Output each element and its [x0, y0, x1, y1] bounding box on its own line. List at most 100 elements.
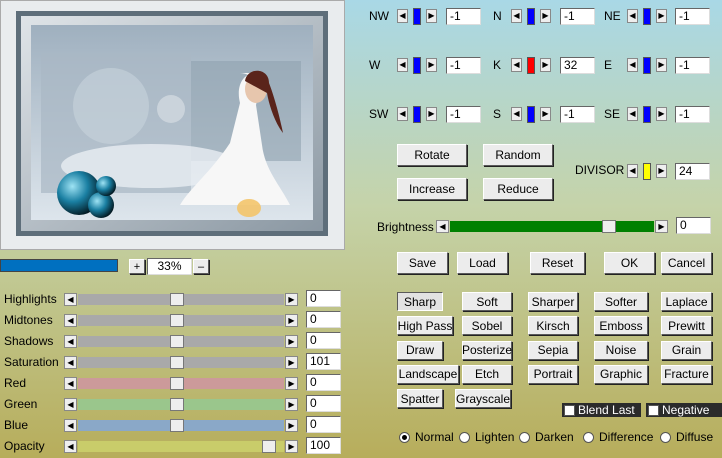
green-field[interactable]: 0: [306, 395, 341, 412]
arrow-left-icon[interactable]: ◀: [64, 398, 77, 411]
zoom-in-button[interactable]: +: [129, 259, 145, 274]
green-thumb[interactable]: [170, 398, 185, 411]
arrow-right-icon[interactable]: ▶: [656, 9, 667, 23]
shadows-slider[interactable]: ◀ ▶: [64, 335, 298, 348]
arrow-left-icon[interactable]: ◀: [627, 164, 638, 178]
mode-normal-radio[interactable]: [399, 432, 410, 443]
midtones-thumb[interactable]: [170, 314, 185, 327]
arrow-left-icon[interactable]: ◀: [511, 58, 522, 72]
nw-spinner[interactable]: ◀ ▶: [397, 8, 437, 25]
arrow-left-icon[interactable]: ◀: [511, 107, 522, 121]
se-thumb[interactable]: [643, 106, 651, 123]
arrow-right-icon[interactable]: ▶: [656, 107, 667, 121]
n-thumb[interactable]: [527, 8, 535, 25]
arrow-right-icon[interactable]: ▶: [655, 220, 668, 233]
preset-laplace-button[interactable]: Laplace: [661, 292, 712, 311]
preset-portrait-button[interactable]: Portrait: [528, 364, 578, 384]
preset-sharp-button[interactable]: Sharp: [397, 292, 443, 311]
highlights-thumb[interactable]: [170, 293, 185, 306]
s-thumb[interactable]: [527, 106, 535, 123]
midtones-slider[interactable]: ◀ ▶: [64, 314, 298, 327]
preset-grayscale-button[interactable]: Grayscale: [455, 389, 511, 409]
nw-thumb[interactable]: [413, 8, 421, 25]
saturation-slider[interactable]: ◀ ▶: [64, 356, 298, 369]
reset-button[interactable]: Reset: [530, 252, 585, 274]
arrow-left-icon[interactable]: ◀: [397, 9, 408, 23]
e-thumb[interactable]: [643, 57, 651, 74]
preset-grain-button[interactable]: Grain: [661, 340, 712, 360]
mode-lighten-radio[interactable]: [459, 432, 470, 443]
arrow-left-icon[interactable]: ◀: [64, 356, 77, 369]
preset-noise-button[interactable]: Noise: [594, 340, 648, 360]
negative-checkbox[interactable]: [648, 405, 659, 416]
red-slider[interactable]: ◀ ▶: [64, 377, 298, 390]
midtones-field[interactable]: 0: [306, 311, 341, 328]
s-spinner[interactable]: ◀ ▶: [511, 106, 551, 123]
sw-spinner[interactable]: ◀ ▶: [397, 106, 437, 123]
preset-landscape-button[interactable]: Landscape: [397, 364, 459, 384]
mode-diffuse-radio[interactable]: [660, 432, 671, 443]
arrow-right-icon[interactable]: ▶: [426, 58, 437, 72]
brightness-slider[interactable]: ◀ ▶: [436, 220, 668, 233]
brightness-field[interactable]: 0: [676, 217, 711, 234]
brightness-thumb[interactable]: [602, 220, 616, 233]
preset-soft-button[interactable]: Soft: [462, 292, 512, 311]
zoom-field[interactable]: 33%: [147, 258, 192, 275]
w-field[interactable]: -1: [446, 57, 481, 74]
arrow-left-icon[interactable]: ◀: [64, 440, 77, 453]
preset-kirsch-button[interactable]: Kirsch: [528, 316, 578, 336]
arrow-right-icon[interactable]: ▶: [426, 107, 437, 121]
reduce-button[interactable]: Reduce: [483, 178, 553, 200]
shadows-field[interactable]: 0: [306, 332, 341, 349]
arrow-right-icon[interactable]: ▶: [540, 107, 551, 121]
arrow-left-icon[interactable]: ◀: [64, 314, 77, 327]
arrow-right-icon[interactable]: ▶: [285, 356, 298, 369]
preset-emboss-button[interactable]: Emboss: [594, 316, 648, 336]
w-thumb[interactable]: [413, 57, 421, 74]
green-slider[interactable]: ◀ ▶: [64, 398, 298, 411]
preset-sobel-button[interactable]: Sobel: [462, 316, 512, 336]
increase-button[interactable]: Increase: [397, 178, 467, 200]
arrow-left-icon[interactable]: ◀: [64, 419, 77, 432]
opacity-slider[interactable]: ◀ ▶: [64, 440, 298, 453]
preset-sepia-button[interactable]: Sepia: [528, 340, 578, 360]
preset-posterize-button[interactable]: Posterize: [462, 340, 512, 360]
blue-thumb[interactable]: [170, 419, 185, 432]
k-field[interactable]: 32: [560, 57, 595, 74]
load-button[interactable]: Load: [457, 252, 508, 274]
opacity-field[interactable]: 100: [306, 437, 341, 454]
opacity-thumb[interactable]: [262, 440, 277, 453]
random-button[interactable]: Random: [483, 144, 553, 166]
arrow-right-icon[interactable]: ▶: [426, 9, 437, 23]
saturation-thumb[interactable]: [170, 356, 185, 369]
preset-etch-button[interactable]: Etch: [462, 364, 512, 384]
n-spinner[interactable]: ◀ ▶: [511, 8, 551, 25]
n-field[interactable]: -1: [560, 8, 595, 25]
highlights-field[interactable]: 0: [306, 290, 341, 307]
arrow-right-icon[interactable]: ▶: [540, 58, 551, 72]
arrow-left-icon[interactable]: ◀: [64, 377, 77, 390]
arrow-left-icon[interactable]: ◀: [64, 335, 77, 348]
preset-prewitt-button[interactable]: Prewitt: [661, 316, 712, 336]
mode-darken-radio[interactable]: [519, 432, 530, 443]
se-field[interactable]: -1: [675, 106, 710, 123]
preset-sharper-button[interactable]: Sharper: [528, 292, 578, 311]
nw-field[interactable]: -1: [446, 8, 481, 25]
arrow-right-icon[interactable]: ▶: [656, 164, 667, 178]
ne-thumb[interactable]: [643, 8, 651, 25]
ne-field[interactable]: -1: [675, 8, 710, 25]
divisor-spinner[interactable]: ◀ ▶: [627, 163, 667, 180]
sw-field[interactable]: -1: [446, 106, 481, 123]
divisor-thumb[interactable]: [643, 163, 651, 180]
k-spinner[interactable]: ◀ ▶: [511, 57, 551, 74]
preset-softer-button[interactable]: Softer: [594, 292, 648, 311]
arrow-left-icon[interactable]: ◀: [627, 58, 638, 72]
k-thumb[interactable]: [527, 57, 535, 74]
arrow-right-icon[interactable]: ▶: [285, 398, 298, 411]
zoom-out-button[interactable]: –: [193, 259, 209, 274]
save-button[interactable]: Save: [397, 252, 448, 274]
e-spinner[interactable]: ◀ ▶: [627, 57, 667, 74]
s-field[interactable]: -1: [560, 106, 595, 123]
rotate-button[interactable]: Rotate: [397, 144, 467, 166]
blend-last-option[interactable]: Blend Last: [562, 403, 641, 417]
